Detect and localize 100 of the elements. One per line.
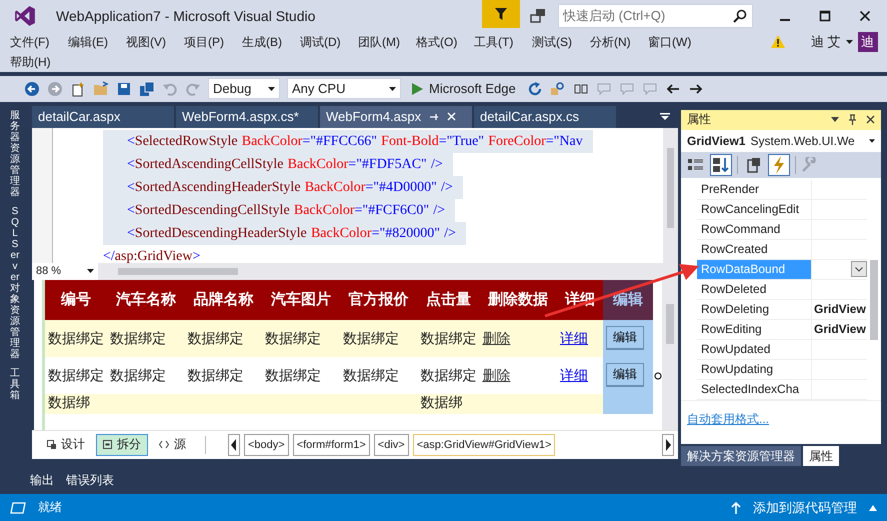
breadcrumb-tag[interactable]: <asp:GridView#GridView1> bbox=[412, 434, 556, 456]
property-name[interactable]: RowUpdated bbox=[697, 340, 812, 359]
auto-format-link[interactable]: 自动套用格式... bbox=[687, 412, 770, 426]
document-tab[interactable]: detailCar.aspx bbox=[32, 106, 174, 128]
breadcrumb-tag[interactable]: <div> bbox=[374, 434, 409, 456]
object-selector[interactable]: GridView1 System.Web.UI.We bbox=[681, 130, 881, 152]
new-project-icon[interactable] bbox=[70, 80, 86, 97]
menu-item[interactable]: 格式(O) bbox=[410, 32, 468, 52]
menu-item[interactable]: 项目(P) bbox=[178, 32, 236, 52]
property-name[interactable]: RowUpdating bbox=[697, 360, 812, 379]
breadcrumb-tag[interactable]: <form#form1> bbox=[292, 434, 370, 456]
menu-item[interactable]: 帮助(H) bbox=[4, 52, 62, 72]
zoom-dropdown[interactable]: 88 % bbox=[32, 262, 98, 280]
grid-cell-text: 数据绑定 bbox=[188, 330, 244, 346]
close-icon[interactable] bbox=[859, 10, 871, 22]
refresh-icon[interactable] bbox=[526, 80, 543, 97]
grid-cell-text: 数据绑 bbox=[48, 394, 90, 410]
property-name[interactable]: SelectedIndexCha bbox=[697, 380, 812, 399]
close-icon[interactable] bbox=[866, 115, 875, 124]
property-name[interactable]: RowDeleted bbox=[697, 280, 812, 299]
filter-button[interactable] bbox=[482, 0, 520, 28]
panel-title: 属性 bbox=[687, 111, 711, 128]
source-control-button[interactable]: 添加到源代码管理 bbox=[753, 498, 857, 517]
property-name[interactable]: RowCommand bbox=[697, 220, 812, 239]
scroll-right-icon[interactable] bbox=[662, 434, 674, 456]
dropdown-button[interactable] bbox=[851, 261, 867, 278]
menu-item[interactable]: 视图(V) bbox=[120, 32, 178, 52]
platform-dropdown[interactable]: Any CPU bbox=[287, 78, 401, 100]
menu-item[interactable]: 团队(M) bbox=[352, 32, 410, 52]
edit-button[interactable]: 编辑 bbox=[606, 363, 644, 388]
side-panel-tab[interactable]: 工具箱 bbox=[10, 368, 20, 401]
panel-tab[interactable]: 解决方案资源管理器 bbox=[681, 446, 801, 466]
upload-icon[interactable] bbox=[731, 502, 741, 514]
menu-item[interactable]: 编辑(E) bbox=[62, 32, 120, 52]
vertical-scrollbar[interactable] bbox=[662, 280, 678, 430]
menu-item[interactable]: 窗口(W) bbox=[642, 32, 700, 52]
resize-handle-icon[interactable] bbox=[654, 372, 662, 380]
open-folder-icon[interactable] bbox=[93, 80, 109, 97]
side-panel-tab[interactable]: 服务器资源管理器 bbox=[10, 110, 20, 198]
maximize-icon[interactable] bbox=[819, 10, 831, 22]
property-value: GridView bbox=[814, 302, 867, 316]
events-button[interactable] bbox=[768, 154, 790, 176]
save-all-icon[interactable] bbox=[139, 80, 155, 97]
property-name[interactable]: PreRender bbox=[697, 180, 812, 199]
menu-item[interactable]: 分析(N) bbox=[584, 32, 642, 52]
property-name[interactable]: RowCreated bbox=[697, 240, 812, 259]
configuration-dropdown[interactable]: Debug bbox=[208, 78, 280, 100]
delete-link[interactable]: 删除 bbox=[482, 330, 510, 346]
menu-item[interactable]: 测试(S) bbox=[526, 32, 584, 52]
caret-icon[interactable] bbox=[869, 504, 877, 511]
scroll-left-icon[interactable] bbox=[228, 434, 240, 456]
caret-icon bbox=[389, 86, 396, 91]
window-title: WebApplication7 - Microsoft Visual Studio bbox=[56, 8, 316, 24]
edit-button[interactable]: 编辑 bbox=[606, 326, 644, 350]
grid-cell-text: 数据绑定 bbox=[110, 367, 166, 384]
save-icon[interactable] bbox=[116, 80, 132, 97]
grid-cell-text: 数据绑定 bbox=[342, 367, 399, 384]
tool-window-tab[interactable]: 错误列表 bbox=[66, 472, 114, 489]
run-button[interactable]: Microsoft Edge bbox=[408, 81, 520, 96]
document-tab[interactable]: detailCar.aspx.cs bbox=[474, 106, 616, 128]
find-icon[interactable] bbox=[550, 80, 566, 97]
details-link[interactable]: 详细 bbox=[560, 367, 588, 384]
user-name[interactable]: 迪 艾 bbox=[811, 32, 841, 51]
tab-list-icon[interactable] bbox=[660, 112, 670, 121]
property-name[interactable]: RowEditing bbox=[697, 320, 812, 339]
vertical-scrollbar[interactable] bbox=[663, 128, 678, 263]
menu-item[interactable]: 生成(B) bbox=[236, 32, 294, 52]
search-icon bbox=[733, 8, 747, 23]
quick-launch-field[interactable]: 快速启动 (Ctrl+Q) bbox=[558, 4, 753, 28]
view-mode-button[interactable]: 拆分 bbox=[96, 434, 148, 456]
code-line: </asp:GridView> bbox=[103, 248, 202, 263]
menu-item[interactable]: 文件(F) bbox=[4, 32, 62, 52]
caret-icon bbox=[869, 138, 875, 143]
feedback-icon[interactable] bbox=[530, 8, 546, 24]
funnel-icon bbox=[494, 6, 508, 21]
back-icon[interactable] bbox=[24, 80, 40, 97]
grid-header-cell: 汽车名称 bbox=[107, 280, 185, 320]
tool-window-tab[interactable]: 输出 bbox=[30, 472, 54, 489]
side-panel-tab[interactable]: SQL Server 对象资源管理器 bbox=[10, 206, 20, 360]
view-mode-button[interactable]: 设计 bbox=[40, 434, 92, 456]
sort-az-button[interactable] bbox=[710, 154, 732, 176]
grid-cell-text: 数据绑定 bbox=[420, 330, 476, 346]
status-icon bbox=[10, 502, 26, 514]
property-name[interactable]: RowDeleting bbox=[697, 300, 812, 319]
warning-icon[interactable] bbox=[770, 34, 786, 50]
property-name[interactable]: RowCancelingEdit bbox=[697, 200, 812, 219]
document-tab[interactable]: WebForm4.aspx.cs* bbox=[176, 106, 318, 128]
panel-tab[interactable]: 属性 bbox=[803, 446, 839, 466]
grid-cell-text: 数据绑定 bbox=[48, 367, 104, 384]
caret-icon bbox=[846, 40, 853, 44]
user-avatar[interactable]: 迪 bbox=[858, 32, 878, 52]
menu-item[interactable]: 调试(D) bbox=[294, 32, 352, 52]
list-icon bbox=[688, 158, 704, 172]
breadcrumb-tag[interactable]: <body> bbox=[244, 434, 289, 456]
grid-cell-text: 数据绑定 bbox=[420, 367, 476, 384]
menu-item[interactable]: 工具(T) bbox=[468, 32, 526, 52]
view-mode-button[interactable]: 源 bbox=[152, 434, 193, 456]
pin-icon[interactable] bbox=[848, 114, 857, 126]
caret-icon[interactable] bbox=[831, 117, 839, 122]
delete-link[interactable]: 删除 bbox=[482, 367, 510, 384]
